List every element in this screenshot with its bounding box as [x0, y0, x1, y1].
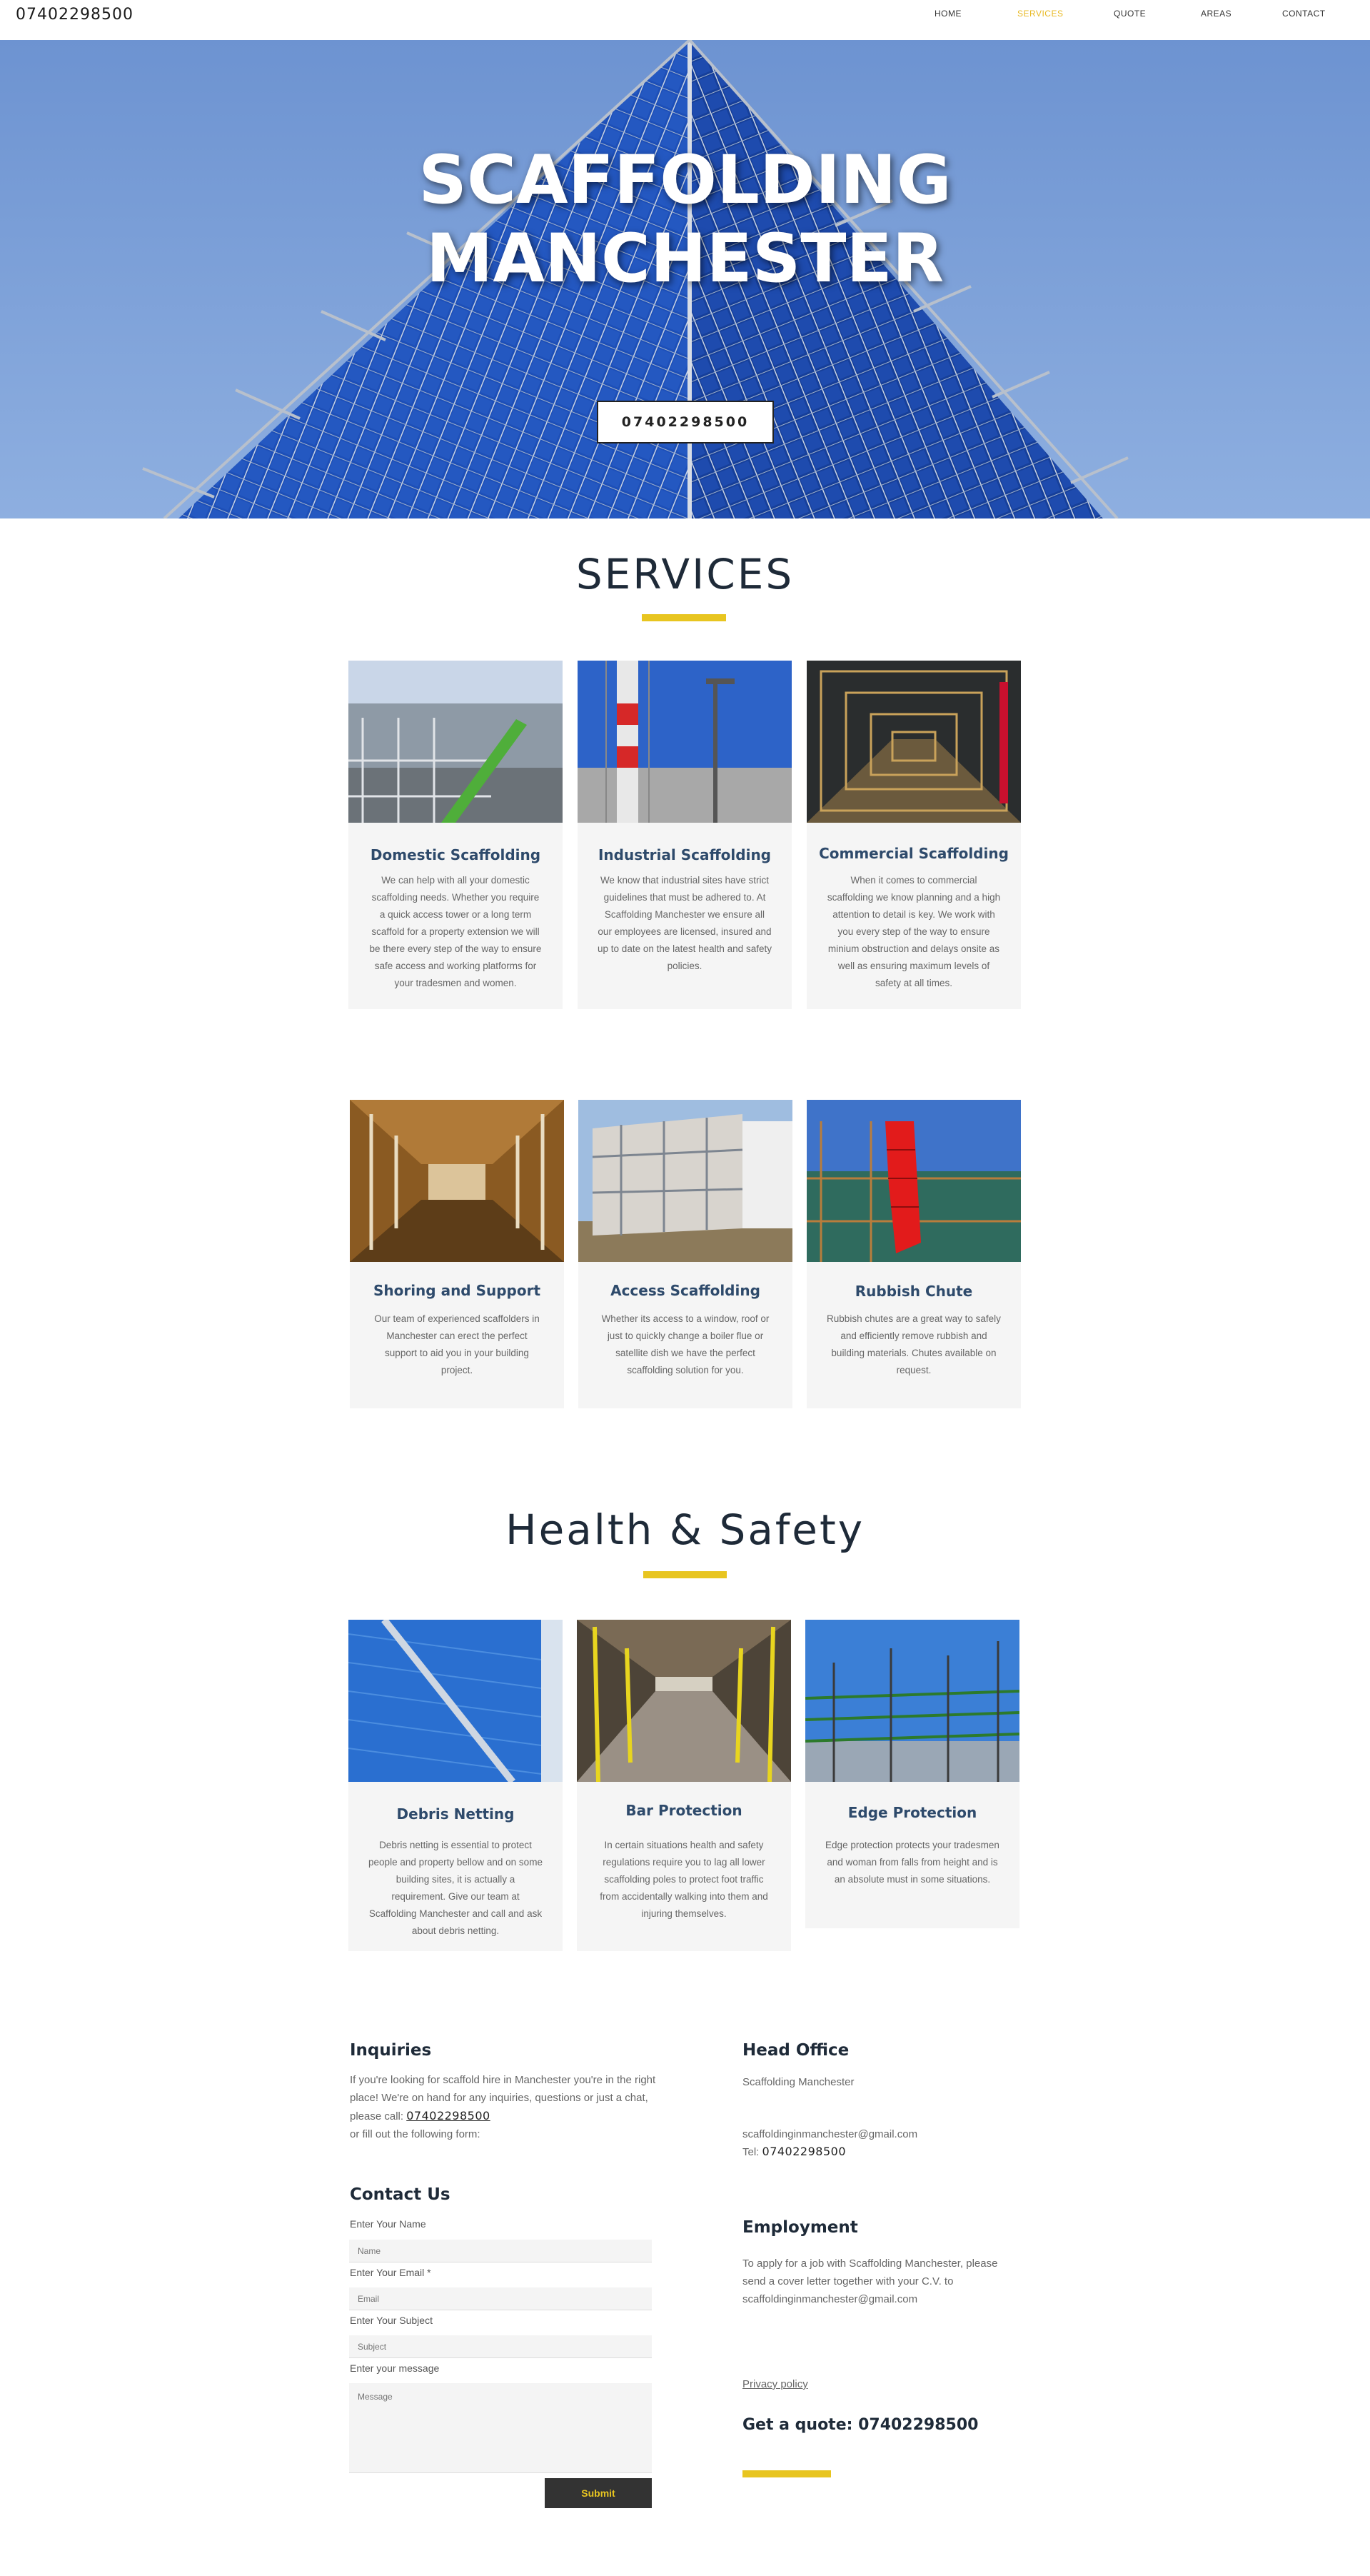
- card-text: When it comes to commercial scaffolding …: [827, 875, 1001, 988]
- commercial-scaffolding-image: [807, 661, 1021, 823]
- card-text: Edge protection protects your tradesmen …: [825, 1840, 999, 1885]
- inquiries-title: Inquiries: [350, 2041, 432, 2060]
- nav-contact[interactable]: CONTACT: [1282, 9, 1326, 19]
- card-text: Whether its access to a window, roof or …: [601, 1313, 770, 1375]
- card-text: Rubbish chutes are a great way to safely…: [827, 1313, 1001, 1375]
- nav-services[interactable]: SERVICES: [1017, 9, 1063, 19]
- card-title: Shoring and Support: [373, 1282, 541, 1299]
- safety-card-debris-netting[interactable]: Debris Netting Debris netting is essenti…: [348, 1620, 563, 1951]
- employment-title: Employment: [742, 2218, 858, 2237]
- inquiries-text: If you're looking for scaffold hire in M…: [350, 2071, 657, 2143]
- head-office-title: Head Office: [742, 2041, 850, 2060]
- tel-label: Tel:: [742, 2146, 762, 2158]
- access-scaffolding-image: [578, 1100, 792, 1262]
- site-header: 07402298500 HOME SERVICES QUOTE AREAS CO…: [0, 0, 1370, 40]
- privacy-policy-link[interactable]: Privacy policy: [742, 2375, 808, 2393]
- name-label: Enter Your Name: [350, 2218, 426, 2230]
- card-title: Access Scaffolding: [610, 1282, 760, 1299]
- debris-netting-image: [348, 1620, 563, 1782]
- domestic-scaffolding-image: [348, 661, 563, 823]
- service-card-domestic[interactable]: Domestic Scaffolding We can help with al…: [348, 661, 563, 1009]
- hero-call-button[interactable]: 07402298500: [597, 401, 774, 443]
- rubbish-chute-image: [807, 1100, 1021, 1262]
- service-card-commercial[interactable]: Commercial Scaffolding When it comes to …: [807, 661, 1021, 1009]
- hero-title: SCAFFOLDING MANCHESTER: [0, 141, 1370, 299]
- inquiries-phone-link[interactable]: 07402298500: [406, 2109, 490, 2123]
- card-title: Domestic Scaffolding: [370, 846, 541, 863]
- card-title: Commercial Scaffolding: [819, 845, 1009, 862]
- contact-form-title: Contact Us: [350, 2185, 450, 2204]
- nav-quote[interactable]: QUOTE: [1114, 9, 1146, 19]
- service-card-rubbish-chute[interactable]: Rubbish Chute Rubbish chutes are a great…: [807, 1100, 1021, 1408]
- email-label: Enter Your Email *: [350, 2267, 431, 2278]
- safety-card-bar-protection[interactable]: Bar Protection In certain situations hea…: [577, 1620, 791, 1951]
- card-text: Our team of experienced scaffolders in M…: [374, 1313, 540, 1375]
- name-input[interactable]: [349, 2240, 652, 2262]
- nav-home[interactable]: HOME: [935, 9, 962, 19]
- employment-text: To apply for a job with Scaffolding Manc…: [742, 2257, 998, 2305]
- card-title: Edge Protection: [847, 1804, 977, 1821]
- submit-button[interactable]: Submit: [545, 2478, 652, 2508]
- hero-title-line2: MANCHESTER: [425, 220, 945, 298]
- safety-title-underline: [643, 1571, 727, 1578]
- card-text: We know that industrial sites have stric…: [598, 875, 772, 971]
- bar-protection-image: [577, 1620, 791, 1782]
- subject-input[interactable]: [349, 2335, 652, 2358]
- inquiries-text-after: or fill out the following form:: [350, 2128, 480, 2140]
- card-text: We can help with all your domestic scaff…: [369, 875, 542, 988]
- card-text: In certain situations health and safety …: [600, 1840, 768, 1919]
- head-office-email[interactable]: scaffoldinginmanchester@gmail.com: [742, 2125, 1042, 2143]
- services-title: SERVICES: [575, 550, 795, 598]
- industrial-scaffolding-image: [578, 661, 792, 823]
- hero-banner: SCAFFOLDING MANCHESTER 07402298500: [0, 40, 1370, 518]
- safety-card-edge-protection[interactable]: Edge Protection Edge protection protects…: [805, 1620, 1019, 1928]
- footer-accent-bar: [742, 2470, 831, 2477]
- service-card-industrial[interactable]: Industrial Scaffolding We know that indu…: [578, 661, 792, 1009]
- service-card-shoring[interactable]: Shoring and Support Our team of experien…: [350, 1100, 564, 1408]
- header-phone[interactable]: 07402298500: [16, 6, 134, 24]
- card-title: Bar Protection: [625, 1802, 742, 1819]
- message-textarea[interactable]: [349, 2383, 652, 2473]
- hero-title-line1: SCAFFOLDING: [418, 141, 952, 219]
- shoring-support-image: [350, 1100, 564, 1262]
- inquiries-text-before: If you're looking for scaffold hire in M…: [350, 2074, 656, 2123]
- nav-areas[interactable]: AREAS: [1201, 9, 1232, 19]
- message-label: Enter your message: [350, 2362, 440, 2374]
- safety-title: Health & Safety: [505, 1505, 865, 1554]
- head-office-name: Scaffolding Manchester: [742, 2076, 855, 2088]
- card-title: Rubbish Chute: [855, 1283, 973, 1300]
- get-quote-text: Get a quote: 07402298500: [742, 2416, 979, 2434]
- email-input[interactable]: [349, 2287, 652, 2310]
- card-title: Debris Netting: [396, 1805, 515, 1823]
- head-office-tel: Tel: 07402298500: [742, 2143, 1028, 2161]
- edge-protection-image: [805, 1620, 1019, 1782]
- card-title: Industrial Scaffolding: [598, 846, 771, 863]
- service-card-access[interactable]: Access Scaffolding Whether its access to…: [578, 1100, 792, 1408]
- services-title-underline: [642, 614, 726, 621]
- subject-label: Enter Your Subject: [350, 2315, 433, 2326]
- tel-number[interactable]: 07402298500: [762, 2145, 846, 2158]
- card-text: Debris netting is essential to protect p…: [368, 1840, 543, 1936]
